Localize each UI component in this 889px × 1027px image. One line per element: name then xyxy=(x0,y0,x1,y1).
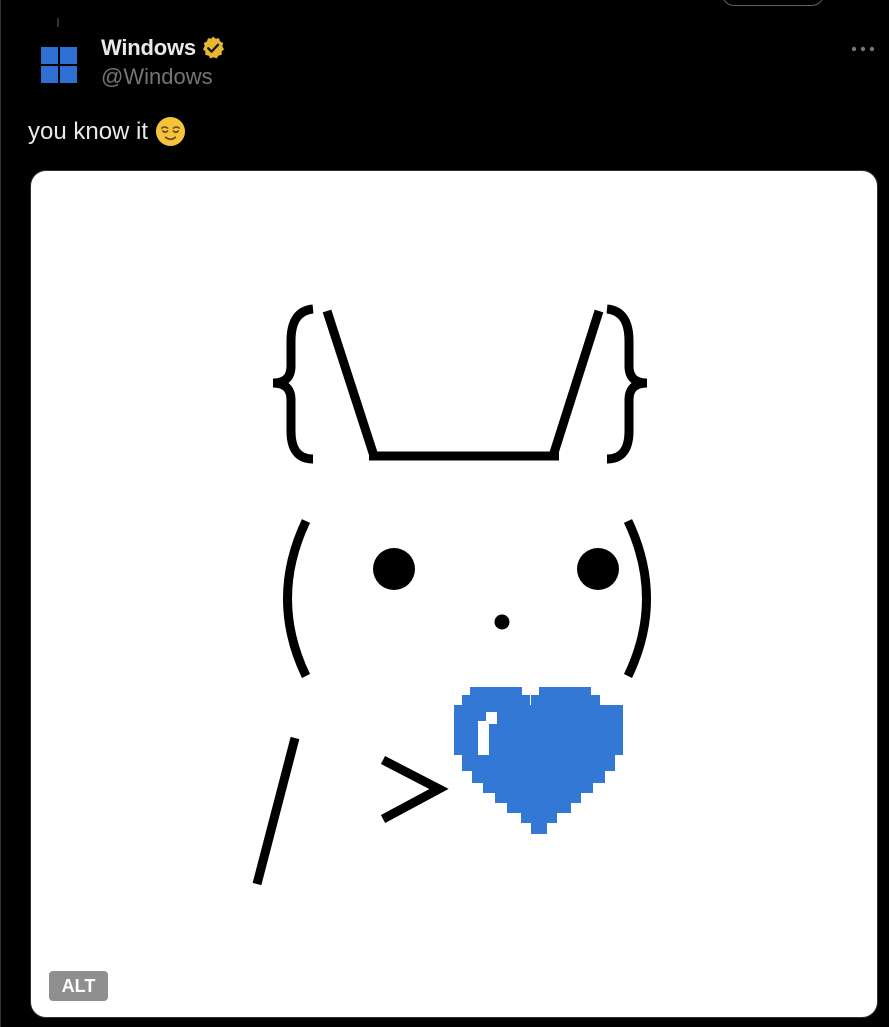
tweet-text-content: you know it xyxy=(28,117,149,145)
verified-badge-icon[interactable] xyxy=(200,35,226,61)
alt-text-button[interactable]: ALT xyxy=(49,971,108,1001)
name-row: Windows xyxy=(101,34,226,62)
handle[interactable]: @Windows xyxy=(101,64,226,90)
media-image[interactable]: ALT xyxy=(30,170,878,1018)
relieved-face-icon xyxy=(156,116,186,147)
top-button-edge[interactable] xyxy=(722,0,824,6)
timeline-border xyxy=(0,0,1,1027)
bunny-ascii-art xyxy=(252,304,651,886)
thread-line xyxy=(57,18,59,27)
avatar[interactable] xyxy=(33,39,85,91)
tweet-view: Windows @Windows you know it ALT xyxy=(0,0,889,1027)
tweet-header: Windows @Windows xyxy=(101,34,226,90)
more-options-button[interactable] xyxy=(846,36,880,62)
tweet-text: you know it xyxy=(28,116,186,147)
display-name[interactable]: Windows xyxy=(101,35,196,61)
windows-logo-icon xyxy=(41,47,77,83)
more-dots-icon xyxy=(851,46,875,52)
